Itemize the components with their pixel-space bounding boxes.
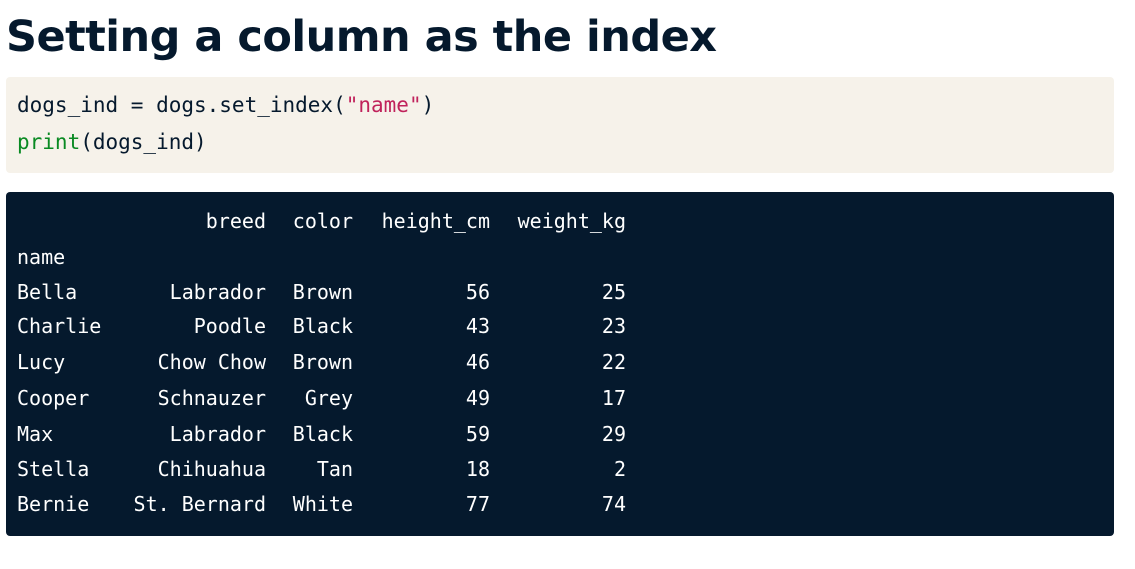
cell-weight: 22 [601,350,626,374]
cell-height: 46 [465,350,490,374]
code-text: dogs_ind = dogs.set_index( [17,93,346,117]
code-string: "name" [345,93,422,117]
table-row: Bernie St. Bernard White 77 74 [6,489,1114,519]
cell-color: Brown [292,280,353,304]
output-index-name-row: name [6,242,1114,272]
cell-breed: Labrador [169,280,266,304]
column-header-weight: weight_kg [517,209,626,233]
table-row: Charlie Poodle Black 43 23 [6,311,1114,341]
cell-breed: St. Bernard [133,492,266,516]
row-index: Lucy [17,350,66,374]
cell-color: Black [292,314,353,338]
table-row: Stella Chihuahua Tan 18 2 [6,454,1114,484]
table-row: Bella Labrador Brown 56 25 [6,277,1114,307]
code-function: print [17,130,81,154]
cell-breed: Chow Chow [157,350,266,374]
cell-weight: 2 [613,457,626,481]
table-row: Cooper Schnauzer Grey 49 17 [6,383,1114,413]
row-index: Stella [17,457,90,481]
cell-height: 56 [465,280,490,304]
row-index: Bernie [17,492,90,516]
cell-weight: 25 [601,280,626,304]
cell-color: Tan [316,457,353,481]
output-block: breed color height_cm weight_kg name Bel… [6,192,1114,536]
cell-weight: 23 [601,314,626,338]
page-title: Setting a column as the index [6,12,717,62]
code-block: dogs_ind = dogs.set_index("name") print(… [6,77,1114,173]
cell-height: 77 [465,492,490,516]
table-row: Max Labrador Black 59 29 [6,419,1114,449]
cell-color: Black [292,422,353,446]
cell-height: 49 [465,386,490,410]
output-header-row: breed color height_cm weight_kg [6,206,1114,236]
cell-weight: 29 [601,422,626,446]
cell-height: 43 [465,314,490,338]
cell-color: Brown [292,350,353,374]
cell-breed: Schnauzer [157,386,266,410]
cell-breed: Labrador [169,422,266,446]
column-header-breed: breed [205,209,266,233]
code-text: (dogs_ind) [80,130,207,154]
cell-breed: Poodle [193,314,266,338]
row-index: Charlie [17,314,102,338]
code-text: ) [421,93,435,117]
cell-weight: 74 [601,492,626,516]
code-line-set-index: dogs_ind = dogs.set_index("name") [17,91,434,119]
code-line-print: print(dogs_ind) [17,128,207,156]
column-header-color: color [292,209,353,233]
cell-color: Grey [304,386,353,410]
row-index: Bella [17,280,78,304]
cell-breed: Chihuahua [157,457,266,481]
cell-color: White [292,492,353,516]
cell-weight: 17 [601,386,626,410]
cell-height: 59 [465,422,490,446]
cell-height: 18 [465,457,490,481]
table-row: Lucy Chow Chow Brown 46 22 [6,347,1114,377]
column-header-height: height_cm [381,209,490,233]
row-index: Max [17,422,54,446]
row-index: Cooper [17,386,90,410]
index-name: name [17,245,66,269]
